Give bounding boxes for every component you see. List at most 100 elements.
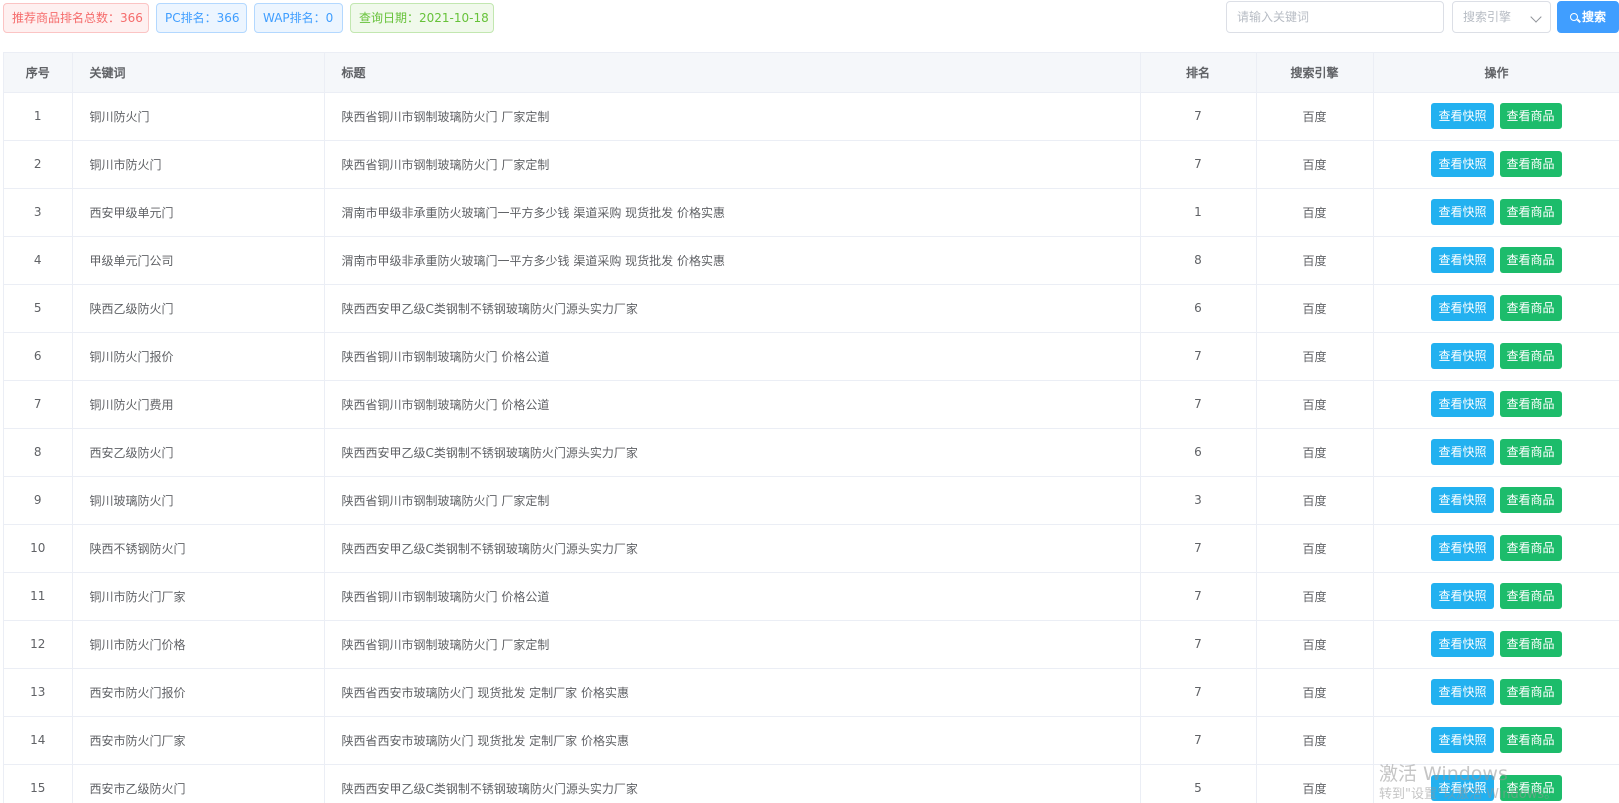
- row-actions: 查看快照 查看商品: [1373, 332, 1619, 381]
- view-goods-button[interactable]: 查看商品: [1499, 775, 1562, 801]
- row-title: 陕西省铜川市钢制玻璃防火门 厂家定制: [324, 92, 1141, 141]
- row-keyword: 铜川玻璃防火门: [72, 476, 325, 525]
- row-index: 13: [4, 668, 73, 717]
- view-snapshot-button[interactable]: 查看快照: [1431, 583, 1494, 609]
- row-engine: 百度: [1256, 476, 1374, 525]
- row-index: 8: [4, 428, 73, 477]
- view-snapshot-button[interactable]: 查看快照: [1431, 103, 1494, 129]
- row-actions: 查看快照 查看商品: [1373, 524, 1619, 573]
- view-snapshot-button[interactable]: 查看快照: [1431, 247, 1494, 273]
- header-rank: 排名: [1140, 53, 1257, 93]
- view-goods-button[interactable]: 查看商品: [1499, 679, 1562, 705]
- view-goods-button[interactable]: 查看商品: [1499, 343, 1562, 369]
- view-snapshot-button[interactable]: 查看快照: [1431, 151, 1494, 177]
- search-button[interactable]: 搜索: [1557, 1, 1619, 33]
- header-actions: 操作: [1373, 53, 1619, 93]
- row-title: 渭南市甲级非承重防火玻璃门一平方多少钱 渠道采购 现货批发 价格实惠: [324, 188, 1141, 237]
- row-title: 陕西西安甲乙级C类钢制不锈钢玻璃防火门源头实力厂家: [324, 284, 1141, 333]
- view-goods-button[interactable]: 查看商品: [1499, 631, 1562, 657]
- row-title: 渭南市甲级非承重防火玻璃门一平方多少钱 渠道采购 现货批发 价格实惠: [324, 236, 1141, 285]
- row-rank: 7: [1140, 380, 1257, 429]
- view-goods-button[interactable]: 查看商品: [1499, 103, 1562, 129]
- view-snapshot-button[interactable]: 查看快照: [1431, 631, 1494, 657]
- row-title: 陕西西安甲乙级C类钢制不锈钢玻璃防火门源头实力厂家: [324, 428, 1141, 477]
- row-engine: 百度: [1256, 92, 1374, 141]
- row-index: 14: [4, 716, 73, 765]
- row-actions: 查看快照 查看商品: [1373, 572, 1619, 621]
- row-engine: 百度: [1256, 380, 1374, 429]
- row-keyword: 西安市乙级防火门: [72, 764, 325, 803]
- header-keyword: 关键词: [72, 53, 325, 93]
- total-rank-badge: 推荐商品排名总数：366: [3, 3, 149, 33]
- row-title: 陕西西安甲乙级C类钢制不锈钢玻璃防火门源头实力厂家: [324, 764, 1141, 803]
- table-header-row: 序号 关键词 标题 排名 搜索引擎 操作: [4, 53, 1619, 93]
- row-rank: 5: [1140, 764, 1257, 803]
- view-snapshot-button[interactable]: 查看快照: [1431, 535, 1494, 561]
- row-index: 9: [4, 476, 73, 525]
- row-rank: 1: [1140, 188, 1257, 237]
- row-index: 3: [4, 188, 73, 237]
- view-snapshot-button[interactable]: 查看快照: [1431, 679, 1494, 705]
- row-index: 5: [4, 284, 73, 333]
- keyword-search-input[interactable]: [1226, 1, 1444, 33]
- row-keyword: 陕西不锈钢防火门: [72, 524, 325, 573]
- view-goods-button[interactable]: 查看商品: [1499, 391, 1562, 417]
- view-goods-button[interactable]: 查看商品: [1499, 295, 1562, 321]
- view-snapshot-button[interactable]: 查看快照: [1431, 391, 1494, 417]
- row-keyword: 铜川防火门: [72, 92, 325, 141]
- view-snapshot-button[interactable]: 查看快照: [1431, 295, 1494, 321]
- row-keyword: 西安甲级单元门: [72, 188, 325, 237]
- row-keyword: 西安市防火门报价: [72, 668, 325, 717]
- row-engine: 百度: [1256, 572, 1374, 621]
- row-rank: 6: [1140, 428, 1257, 477]
- row-rank: 6: [1140, 284, 1257, 333]
- wap-rank-badge: WAP排名：0: [254, 3, 343, 33]
- view-goods-button[interactable]: 查看商品: [1499, 199, 1562, 225]
- row-index: 6: [4, 332, 73, 381]
- search-engine-select[interactable]: 搜索引擎: [1452, 1, 1551, 33]
- table-row: 4 甲级单元门公司 渭南市甲级非承重防火玻璃门一平方多少钱 渠道采购 现货批发 价格…: [4, 236, 1619, 285]
- row-actions: 查看快照 查看商品: [1373, 476, 1619, 525]
- view-snapshot-button[interactable]: 查看快照: [1431, 343, 1494, 369]
- row-rank: 7: [1140, 524, 1257, 573]
- view-snapshot-button[interactable]: 查看快照: [1431, 439, 1494, 465]
- view-goods-button[interactable]: 查看商品: [1499, 247, 1562, 273]
- row-engine: 百度: [1256, 188, 1374, 237]
- row-title: 陕西省铜川市钢制玻璃防火门 价格公道: [324, 332, 1141, 381]
- row-keyword: 铜川防火门报价: [72, 332, 325, 381]
- row-rank: 7: [1140, 620, 1257, 669]
- row-index: 15: [4, 764, 73, 803]
- row-title: 陕西省铜川市钢制玻璃防火门 厂家定制: [324, 620, 1141, 669]
- table-row: 11 铜川市防火门厂家 陕西省铜川市钢制玻璃防火门 价格公道 7 百度 查看快照 查看商品: [4, 572, 1619, 621]
- row-index: 1: [4, 92, 73, 141]
- view-snapshot-button[interactable]: 查看快照: [1431, 199, 1494, 225]
- view-snapshot-button[interactable]: 查看快照: [1431, 487, 1494, 513]
- row-actions: 查看快照 查看商品: [1373, 668, 1619, 717]
- row-engine: 百度: [1256, 668, 1374, 717]
- view-snapshot-button[interactable]: 查看快照: [1431, 727, 1494, 753]
- row-rank: 7: [1140, 92, 1257, 141]
- row-actions: 查看快照 查看商品: [1373, 92, 1619, 141]
- row-index: 10: [4, 524, 73, 573]
- view-goods-button[interactable]: 查看商品: [1499, 487, 1562, 513]
- row-engine: 百度: [1256, 332, 1374, 381]
- row-actions: 查看快照 查看商品: [1373, 140, 1619, 189]
- view-snapshot-button[interactable]: 查看快照: [1431, 775, 1494, 801]
- row-engine: 百度: [1256, 284, 1374, 333]
- view-goods-button[interactable]: 查看商品: [1499, 151, 1562, 177]
- row-engine: 百度: [1256, 620, 1374, 669]
- view-goods-button[interactable]: 查看商品: [1499, 439, 1562, 465]
- view-goods-button[interactable]: 查看商品: [1499, 583, 1562, 609]
- row-rank: 7: [1140, 716, 1257, 765]
- row-rank: 3: [1140, 476, 1257, 525]
- row-index: 7: [4, 380, 73, 429]
- row-index: 12: [4, 620, 73, 669]
- table-row: 1 铜川防火门 陕西省铜川市钢制玻璃防火门 厂家定制 7 百度 查看快照 查看商品: [4, 92, 1619, 141]
- view-goods-button[interactable]: 查看商品: [1499, 535, 1562, 561]
- table-row: 15 西安市乙级防火门 陕西西安甲乙级C类钢制不锈钢玻璃防火门源头实力厂家 5 百度 查看…: [4, 764, 1619, 803]
- table-row: 6 铜川防火门报价 陕西省铜川市钢制玻璃防火门 价格公道 7 百度 查看快照 查看商品: [4, 332, 1619, 381]
- view-goods-button[interactable]: 查看商品: [1499, 727, 1562, 753]
- table-row: 12 铜川市防火门价格 陕西省铜川市钢制玻璃防火门 厂家定制 7 百度 查看快照 查看商品: [4, 620, 1619, 669]
- chevron-down-icon: [1530, 11, 1542, 23]
- row-keyword: 铜川市防火门: [72, 140, 325, 189]
